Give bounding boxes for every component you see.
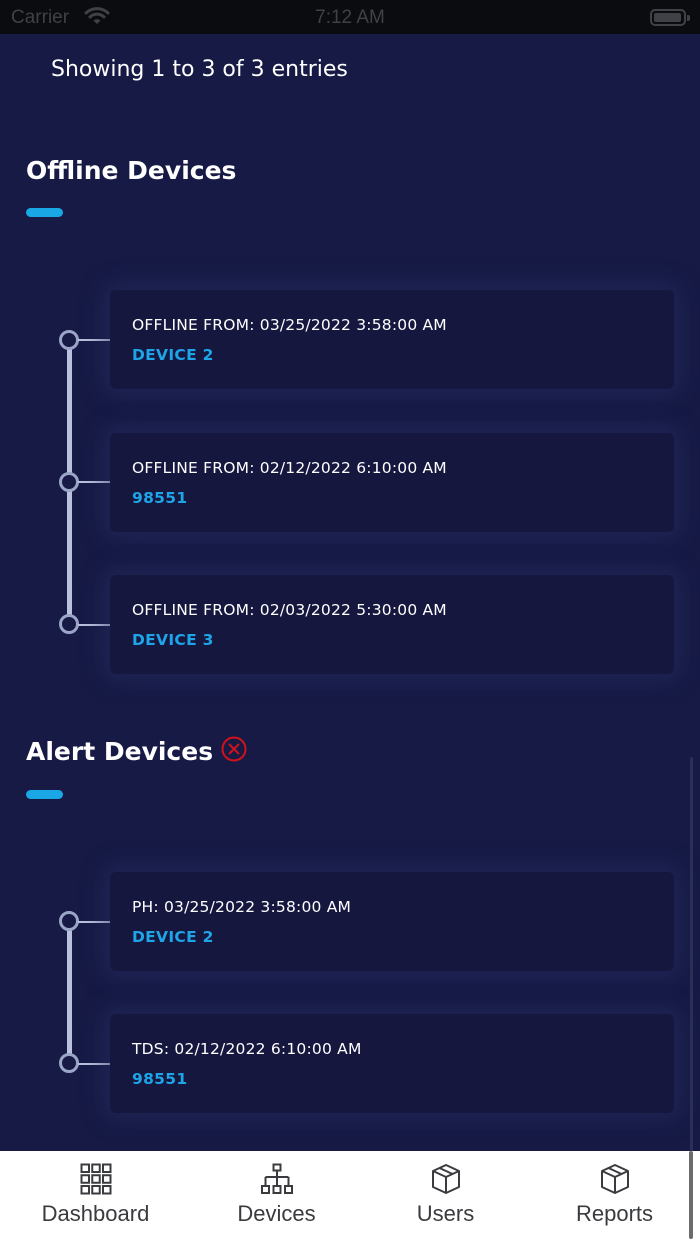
- box-icon: [358, 1163, 533, 1197]
- bottom-tab-bar: Dashboard Devices Users Reports: [0, 1151, 700, 1244]
- grid-icon: [8, 1163, 183, 1197]
- alert-devices-title: Alert Devices: [26, 736, 247, 766]
- offline-devices-title: Offline Devices: [26, 156, 236, 185]
- offline-device-card[interactable]: OFFLINE FROM: 02/03/2022 5:30:00 AM DEVI…: [110, 575, 674, 674]
- alert-reading-text: TDS: 02/12/2022 6:10:00 AM: [132, 1040, 362, 1058]
- timeline-dot: [59, 330, 79, 350]
- alert-timeline-line: [67, 921, 72, 1064]
- alert-device-card[interactable]: TDS: 02/12/2022 6:10:00 AM 98551: [110, 1014, 674, 1113]
- offline-from-text: OFFLINE FROM: 03/25/2022 3:58:00 AM: [132, 316, 447, 334]
- offline-device-card[interactable]: OFFLINE FROM: 03/25/2022 3:58:00 AM DEVI…: [110, 290, 674, 389]
- box-icon: [527, 1163, 700, 1197]
- status-bar: Carrier 7:12 AM: [0, 0, 700, 34]
- offline-from-text: OFFLINE FROM: 02/12/2022 6:10:00 AM: [132, 459, 447, 477]
- alert-x-icon[interactable]: [221, 736, 247, 762]
- tab-label: Dashboard: [41, 1201, 150, 1226]
- tab-label: Users: [416, 1201, 475, 1226]
- device-name-link[interactable]: DEVICE 2: [132, 928, 214, 946]
- timeline-dot: [59, 472, 79, 492]
- offline-device-card[interactable]: OFFLINE FROM: 02/12/2022 6:10:00 AM 9855…: [110, 433, 674, 532]
- tab-dashboard[interactable]: Dashboard: [8, 1151, 183, 1244]
- offline-title-underline: [26, 208, 63, 217]
- battery-icon: [650, 9, 690, 26]
- offline-from-text: OFFLINE FROM: 02/03/2022 5:30:00 AM: [132, 601, 447, 619]
- timeline-connector: [78, 339, 110, 341]
- timeline-dot: [59, 911, 79, 931]
- device-name-link[interactable]: DEVICE 2: [132, 346, 214, 364]
- timeline-dot: [59, 614, 79, 634]
- hierarchy-icon: [189, 1163, 364, 1197]
- alert-reading-text: PH: 03/25/2022 3:58:00 AM: [132, 898, 352, 916]
- device-name-link[interactable]: 98551: [132, 1070, 187, 1088]
- tab-reports[interactable]: Reports: [527, 1151, 700, 1244]
- device-name-link[interactable]: DEVICE 3: [132, 631, 214, 649]
- alert-device-card[interactable]: PH: 03/25/2022 3:58:00 AM DEVICE 2: [110, 872, 674, 971]
- timeline-connector: [78, 921, 110, 923]
- entries-count-text: Showing 1 to 3 of 3 entries: [51, 57, 348, 82]
- tab-users[interactable]: Users: [358, 1151, 533, 1244]
- alert-title-underline: [26, 790, 63, 799]
- offline-devices-title-text: Offline Devices: [26, 156, 237, 185]
- timeline-connector: [78, 624, 110, 626]
- tab-label: Devices: [237, 1201, 316, 1226]
- tab-label: Reports: [575, 1201, 654, 1226]
- alert-devices-title-text: Alert Devices: [26, 737, 214, 766]
- tab-devices[interactable]: Devices: [189, 1151, 364, 1244]
- status-time: 7:12 AM: [315, 7, 385, 28]
- timeline-connector: [78, 481, 110, 483]
- timeline-dot: [59, 1053, 79, 1073]
- scroll-indicator: [689, 1151, 693, 1239]
- device-name-link[interactable]: 98551: [132, 489, 187, 507]
- timeline-connector: [78, 1063, 110, 1065]
